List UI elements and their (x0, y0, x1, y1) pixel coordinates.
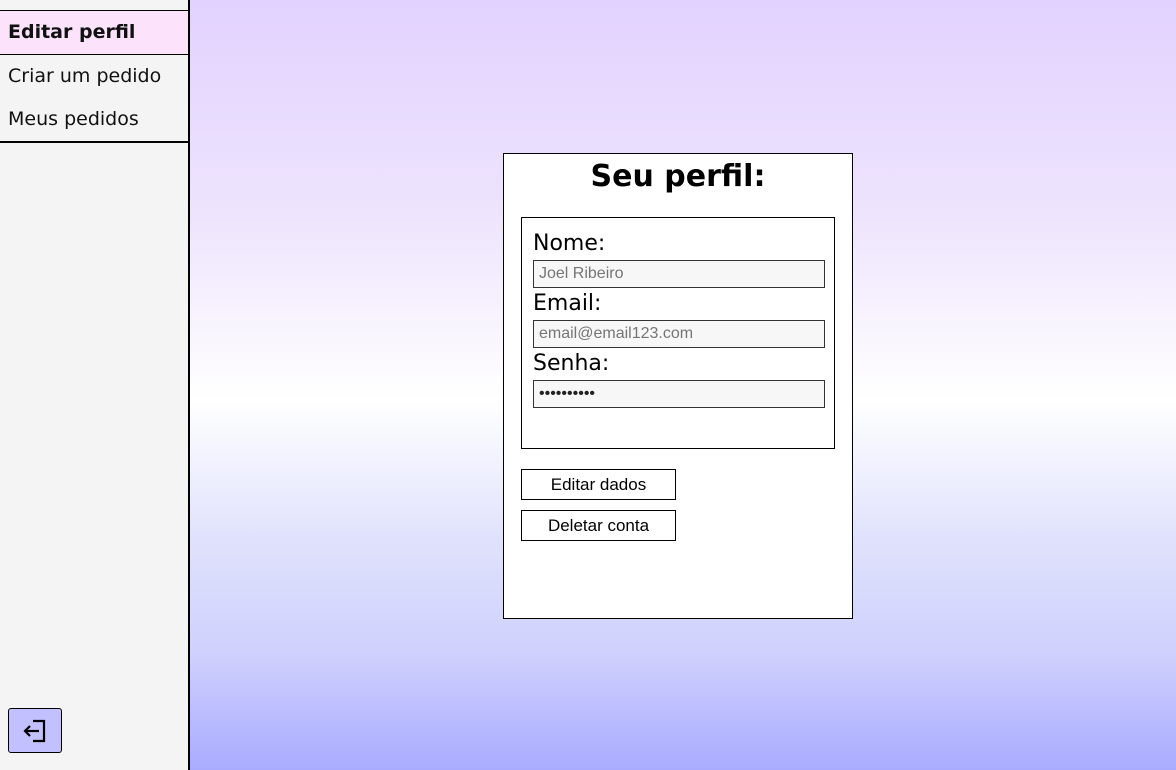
sidebar: Editar perfil Criar um pedido Meus pedid… (0, 0, 190, 770)
name-label: Nome: (533, 231, 606, 256)
sidebar-item-criar-pedido[interactable]: Criar um pedido (0, 55, 188, 98)
name-field[interactable] (533, 260, 825, 288)
profile-card: Seu perfil: Nome: Email: Senha: Editar d… (503, 153, 853, 619)
sidebar-item-editar-perfil[interactable]: Editar perfil (0, 11, 188, 55)
email-label: Email: (533, 291, 602, 316)
sidebar-item-meus-pedidos[interactable]: Meus pedidos (0, 98, 188, 141)
sidebar-nav: Editar perfil Criar um pedido Meus pedid… (0, 10, 188, 143)
logout-button[interactable] (8, 708, 62, 753)
delete-account-button[interactable]: Deletar conta (521, 510, 676, 541)
email-field[interactable] (533, 320, 825, 348)
page-title: Seu perfil: (590, 159, 766, 194)
password-field[interactable] (533, 380, 825, 408)
edit-data-button[interactable]: Editar dados (521, 469, 676, 500)
password-label: Senha: (533, 351, 610, 376)
logout-icon (23, 719, 46, 742)
profile-fieldset: Nome: Email: Senha: (521, 217, 835, 449)
